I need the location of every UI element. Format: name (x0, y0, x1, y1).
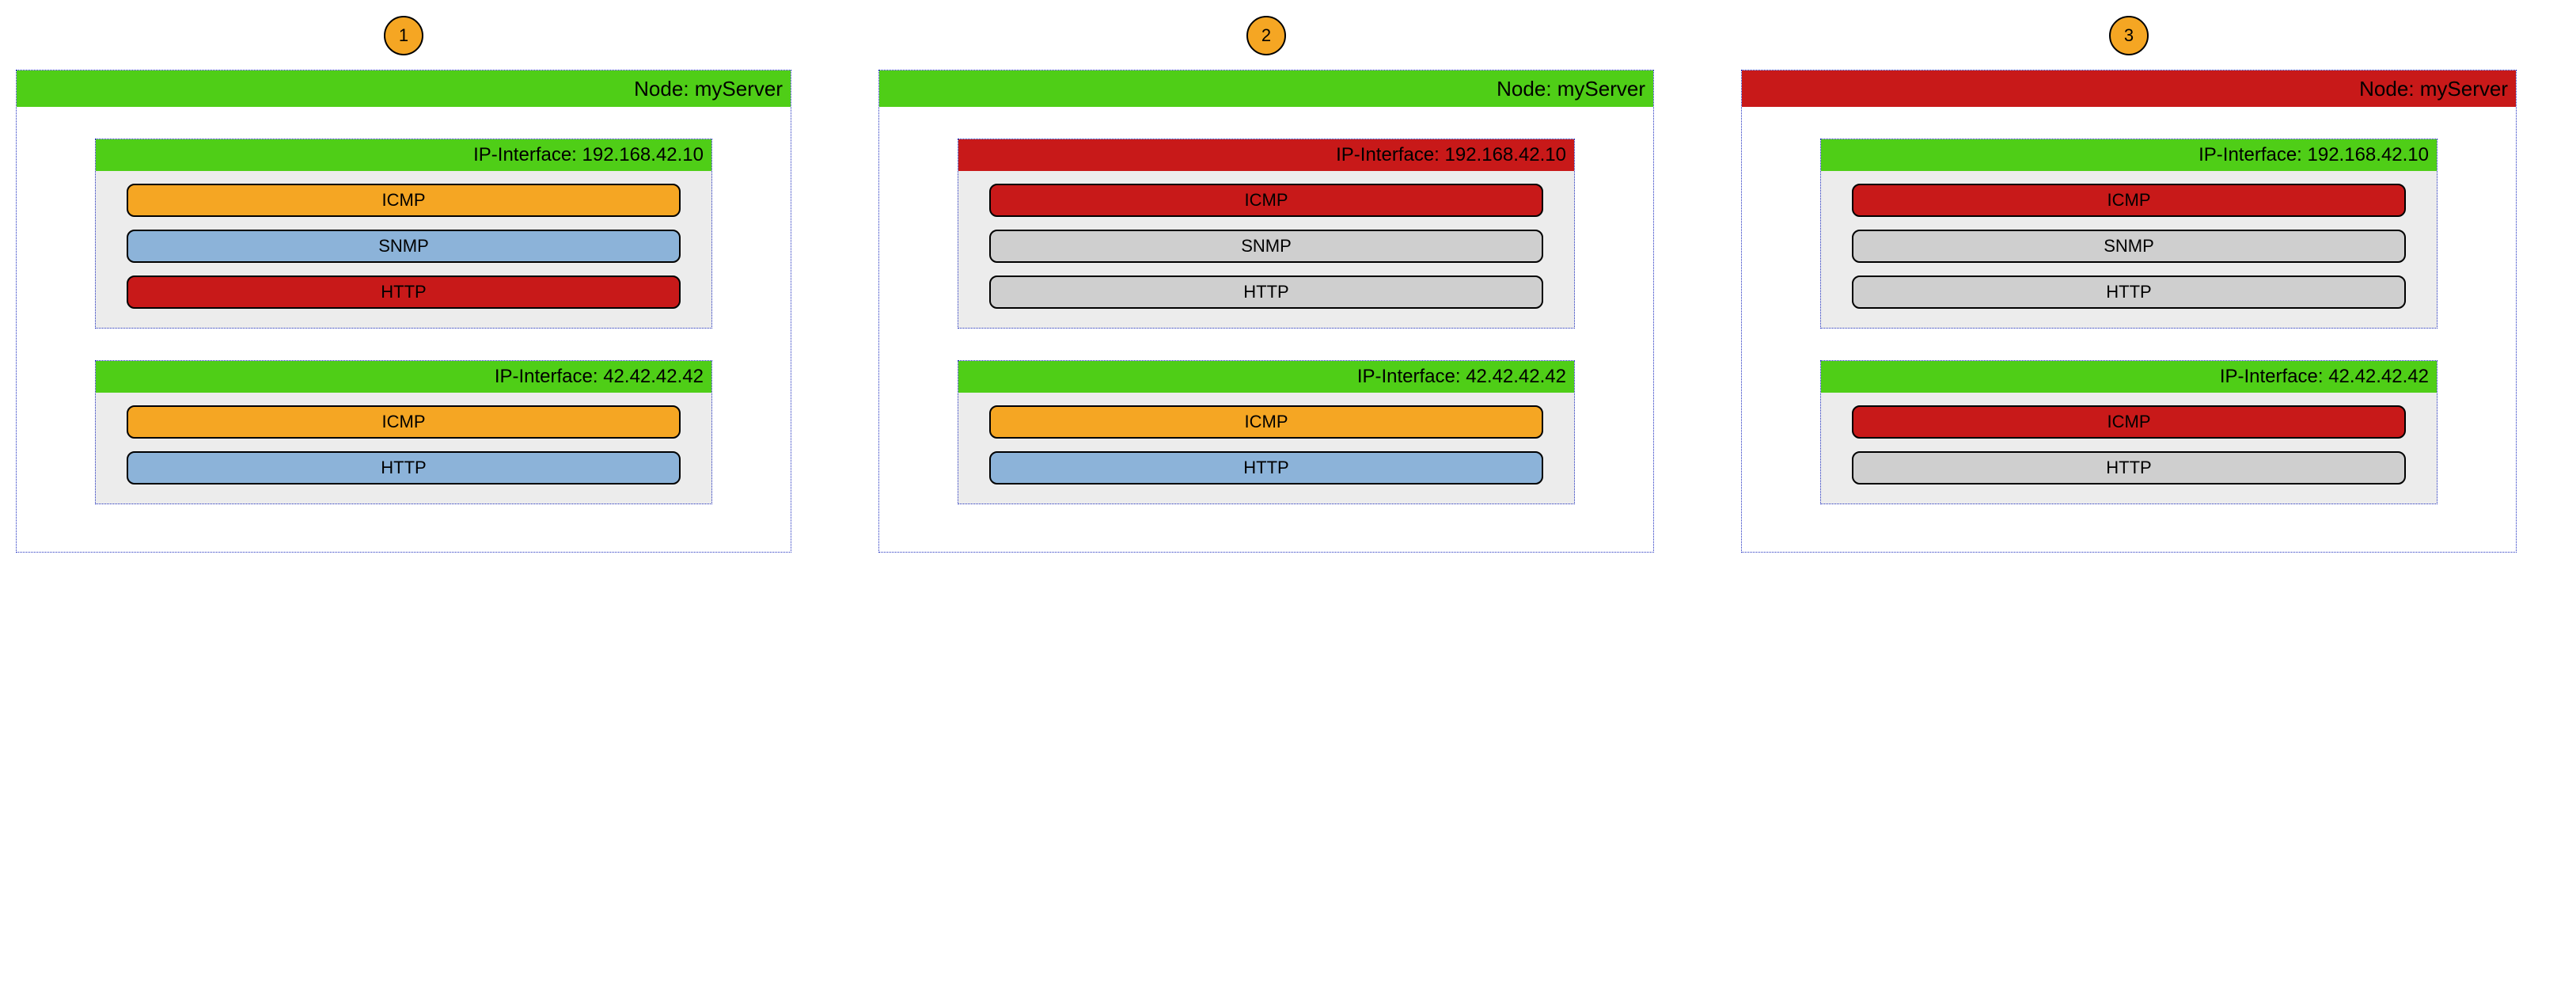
service-pill: ICMP (127, 184, 681, 217)
service-pill: ICMP (989, 184, 1543, 217)
service-pill: ICMP (989, 405, 1543, 439)
column-badge: 3 (2109, 16, 2149, 55)
node-header: Node: myServer (879, 70, 1653, 107)
interface-header: IP-Interface: 192.168.42.10 (96, 139, 711, 171)
service-pill: ICMP (127, 405, 681, 439)
service-pill: HTTP (1852, 451, 2406, 484)
interface-box: IP-Interface: 42.42.42.42 ICMP HTTP (95, 360, 712, 504)
service-pill: SNMP (127, 230, 681, 263)
interface-box: IP-Interface: 192.168.42.10 ICMP SNMP HT… (1820, 139, 2438, 329)
node-header: Node: myServer (1742, 70, 2516, 107)
service-pill: HTTP (1852, 276, 2406, 309)
service-pill: HTTP (989, 451, 1543, 484)
service-pill: HTTP (127, 451, 681, 484)
service-pill: SNMP (1852, 230, 2406, 263)
node-box: Node: myServer IP-Interface: 192.168.42.… (1741, 70, 2517, 553)
interface-header: IP-Interface: 192.168.42.10 (958, 139, 1574, 171)
interface-box: IP-Interface: 192.168.42.10 ICMP SNMP HT… (95, 139, 712, 329)
diagram-canvas: 1 Node: myServer IP-Interface: 192.168.4… (0, 0, 2576, 584)
service-pill: ICMP (1852, 405, 2406, 439)
column-2: 2 Node: myServer IP-Interface: 192.168.4… (878, 16, 1654, 553)
interface-box: IP-Interface: 42.42.42.42 ICMP HTTP (1820, 360, 2438, 504)
interface-header: IP-Interface: 42.42.42.42 (958, 361, 1574, 393)
column-badge: 2 (1246, 16, 1286, 55)
service-pill: ICMP (1852, 184, 2406, 217)
interface-header: IP-Interface: 192.168.42.10 (1821, 139, 2437, 171)
column-3: 3 Node: myServer IP-Interface: 192.168.4… (1741, 16, 2517, 553)
node-box: Node: myServer IP-Interface: 192.168.42.… (878, 70, 1654, 553)
interface-header: IP-Interface: 42.42.42.42 (96, 361, 711, 393)
interface-box: IP-Interface: 192.168.42.10 ICMP SNMP HT… (958, 139, 1575, 329)
service-pill: HTTP (989, 276, 1543, 309)
service-pill: HTTP (127, 276, 681, 309)
node-box: Node: myServer IP-Interface: 192.168.42.… (16, 70, 791, 553)
service-pill: SNMP (989, 230, 1543, 263)
column-badge: 1 (384, 16, 423, 55)
interface-header: IP-Interface: 42.42.42.42 (1821, 361, 2437, 393)
node-header: Node: myServer (17, 70, 791, 107)
column-1: 1 Node: myServer IP-Interface: 192.168.4… (16, 16, 791, 553)
interface-box: IP-Interface: 42.42.42.42 ICMP HTTP (958, 360, 1575, 504)
